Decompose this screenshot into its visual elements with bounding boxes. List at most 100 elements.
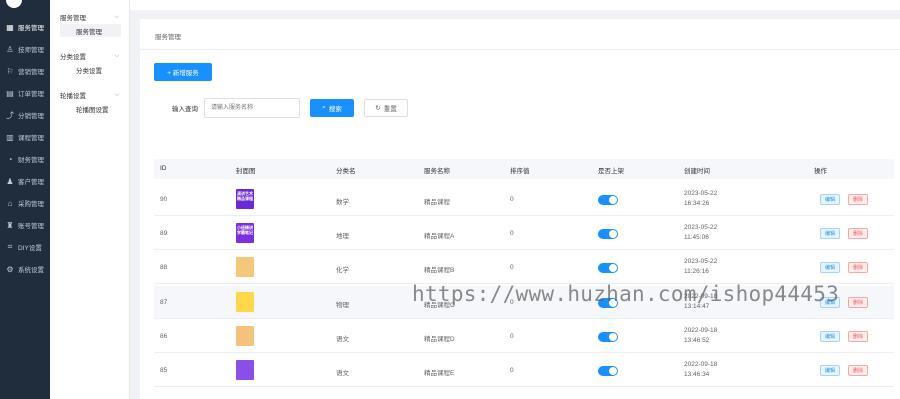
cell-category: 语文 bbox=[336, 370, 349, 377]
on-sale-toggle[interactable] bbox=[598, 332, 618, 342]
submenu-group-label: 服务管理 bbox=[60, 15, 86, 22]
submenu-item-label: 轮播图设置 bbox=[76, 106, 109, 114]
account-icon: ♜ bbox=[6, 220, 14, 230]
created-date: 2023-05-22 bbox=[684, 190, 718, 197]
sidebar-item[interactable]: ▦ 服务管理 bbox=[0, 16, 50, 38]
cover-image bbox=[236, 360, 254, 380]
cell-id: 86 bbox=[160, 333, 168, 340]
cover-image: 小班精讲 学霸笔记 bbox=[236, 223, 254, 243]
header-on-sale: 是否上架 bbox=[598, 168, 624, 175]
edit-button[interactable]: 编辑 bbox=[820, 365, 840, 376]
search-icon: ⌕ bbox=[322, 104, 326, 111]
cell-created: 2022-09-18 13:46:34 bbox=[684, 360, 717, 380]
table-row: 85 语文 精品课程E 0 2022-09-18 13:46:34 编辑 删除 bbox=[154, 354, 894, 387]
sidebar-item[interactable]: ⌗ DIY设置 bbox=[0, 236, 50, 258]
on-sale-toggle[interactable] bbox=[598, 195, 618, 205]
table-row: 88 化学 精品课程B 0 2023-05-22 11:26:16 编辑 删除 bbox=[154, 251, 894, 284]
submenu-item-category[interactable]: 分类设置 bbox=[50, 63, 129, 76]
submenu-item-label: 分类设置 bbox=[76, 67, 102, 75]
sidebar-item[interactable]: ▥ 课程管理 bbox=[0, 126, 50, 148]
cell-created: 2023-05-22 11:45:06 bbox=[684, 223, 717, 243]
cart-icon: ⌂ bbox=[7, 198, 13, 208]
chevron-down-icon: ⌵ bbox=[114, 13, 119, 20]
submenu-group-category[interactable]: 分类设置 ⌵ bbox=[50, 49, 129, 63]
submenu-panel: 服务管理 ⌵ 服务管理 分类设置 ⌵ 分类设置 轮播设置 ⌵ 轮播图设置 bbox=[50, 0, 130, 399]
on-sale-toggle[interactable] bbox=[598, 229, 618, 239]
header-actions: 操作 bbox=[814, 168, 827, 175]
table-header: ID 封面图 分类名 服务名称 排序值 是否上架 创建时间 操作 bbox=[154, 159, 894, 179]
sidebar-item[interactable]: ⌂ 采购管理 bbox=[0, 192, 50, 214]
share-icon: ⤴ bbox=[6, 110, 14, 120]
cover-image: 演讲艺术 精品课程 bbox=[236, 189, 254, 209]
created-date: 2023-05-22 bbox=[684, 224, 718, 231]
delete-button[interactable]: 删除 bbox=[848, 331, 868, 342]
sidebar-item-label: 技师管理 bbox=[18, 47, 44, 54]
cell-name: 精品课程B bbox=[424, 267, 455, 274]
search-input[interactable] bbox=[204, 98, 300, 118]
divider bbox=[140, 49, 900, 50]
created-time: 11:45:06 bbox=[684, 234, 709, 241]
sidebar-item[interactable]: ◔ 财务管理 bbox=[0, 148, 50, 170]
chevron-down-icon: ⌵ bbox=[114, 52, 119, 59]
created-time: 16:34:26 bbox=[684, 200, 710, 207]
cell-id: 88 bbox=[160, 264, 168, 271]
search-button[interactable]: ⌕ 搜索 bbox=[310, 99, 354, 117]
tag-icon: ⚐ bbox=[6, 66, 14, 76]
edit-button[interactable]: 编辑 bbox=[820, 194, 840, 205]
header-id: ID bbox=[160, 165, 167, 172]
cell-created: 2023-05-22 16:34:26 bbox=[684, 189, 717, 209]
on-sale-toggle[interactable] bbox=[598, 263, 618, 273]
add-service-button[interactable]: + 新增服务 bbox=[154, 63, 212, 81]
sidebar-item-label: 订单管理 bbox=[18, 91, 44, 98]
sidebar-item[interactable]: ⚐ 营销管理 bbox=[0, 60, 50, 82]
gear-icon: ⚙ bbox=[6, 264, 14, 274]
cell-category: 物理 bbox=[336, 302, 349, 309]
cell-name: 精品课程E bbox=[424, 370, 455, 377]
order-icon: ▤ bbox=[6, 88, 14, 98]
edit-button[interactable]: 编辑 bbox=[820, 331, 840, 342]
content-card: 服务管理 + 新增服务 输入查询 ⌕ 搜索 ↻ 重置 ID 封面图 分类名 服务… bbox=[140, 19, 900, 399]
sidebar-item-label: 客户管理 bbox=[18, 179, 44, 186]
cover-image bbox=[236, 257, 254, 277]
table-row: 86 语文 精品课程D 0 2022-09-18 13:46:52 编辑 删除 bbox=[154, 320, 894, 353]
delete-button[interactable]: 删除 bbox=[848, 228, 868, 239]
cell-sort: 0 bbox=[510, 196, 514, 203]
sidebar-item[interactable]: ⚙ 系统设置 bbox=[0, 258, 50, 280]
sidebar-item-label: 营销管理 bbox=[18, 69, 44, 76]
sidebar-item-label: 财务管理 bbox=[18, 157, 44, 164]
delete-button[interactable]: 删除 bbox=[848, 297, 868, 308]
reset-button[interactable]: ↻ 重置 bbox=[364, 99, 408, 117]
table-row: 90 演讲艺术 精品课程 数学 精品课程 0 2023-05-22 16:34:26 编辑 删除 bbox=[154, 183, 894, 216]
cell-name: 精品课程A bbox=[424, 233, 455, 240]
sidebar-item[interactable]: ♙ 技师管理 bbox=[0, 38, 50, 60]
sidebar-item[interactable]: ♜ 账号管理 bbox=[0, 214, 50, 236]
search-row: 输入查询 ⌕ 搜索 ↻ 重置 bbox=[172, 98, 408, 118]
edit-button[interactable]: 编辑 bbox=[820, 262, 840, 273]
cell-sort: 0 bbox=[510, 230, 514, 237]
submenu-item-service[interactable]: 服务管理 bbox=[60, 24, 121, 37]
search-button-label: 搜索 bbox=[328, 106, 342, 113]
header-created: 创建时间 bbox=[684, 168, 710, 175]
sidebar-item-label: 账号管理 bbox=[18, 223, 44, 230]
cell-sort: 0 bbox=[510, 367, 514, 374]
cover-image bbox=[236, 326, 254, 346]
cell-sort: 0 bbox=[510, 264, 514, 271]
submenu-group-banner[interactable]: 轮播设置 ⌵ bbox=[50, 88, 129, 102]
delete-button[interactable]: 删除 bbox=[848, 194, 868, 205]
sidebar-item[interactable]: ♟ 客户管理 bbox=[0, 170, 50, 192]
on-sale-toggle[interactable] bbox=[598, 366, 618, 376]
delete-button[interactable]: 删除 bbox=[848, 262, 868, 273]
sidebar-item[interactable]: ⤴ 分销管理 bbox=[0, 104, 50, 126]
table-row: 89 小班精讲 学霸笔记 地理 精品课程A 0 2023-05-22 11:45:06 编辑删… bbox=[154, 217, 894, 250]
cell-name: 精品课程D bbox=[424, 336, 455, 343]
delete-button[interactable]: 删除 bbox=[848, 365, 868, 376]
submenu-item-banner[interactable]: 轮播图设置 bbox=[50, 102, 129, 115]
edit-button[interactable]: 编辑 bbox=[820, 228, 840, 239]
submenu-group-service[interactable]: 服务管理 ⌵ bbox=[50, 10, 129, 24]
diy-icon: ⌗ bbox=[7, 242, 13, 251]
header-category: 分类名 bbox=[336, 168, 356, 175]
grid-icon: ▦ bbox=[6, 22, 14, 32]
sidebar-item[interactable]: ▤ 订单管理 bbox=[0, 82, 50, 104]
created-time: 13:46:52 bbox=[684, 337, 710, 344]
search-label: 输入查询 bbox=[172, 106, 198, 113]
